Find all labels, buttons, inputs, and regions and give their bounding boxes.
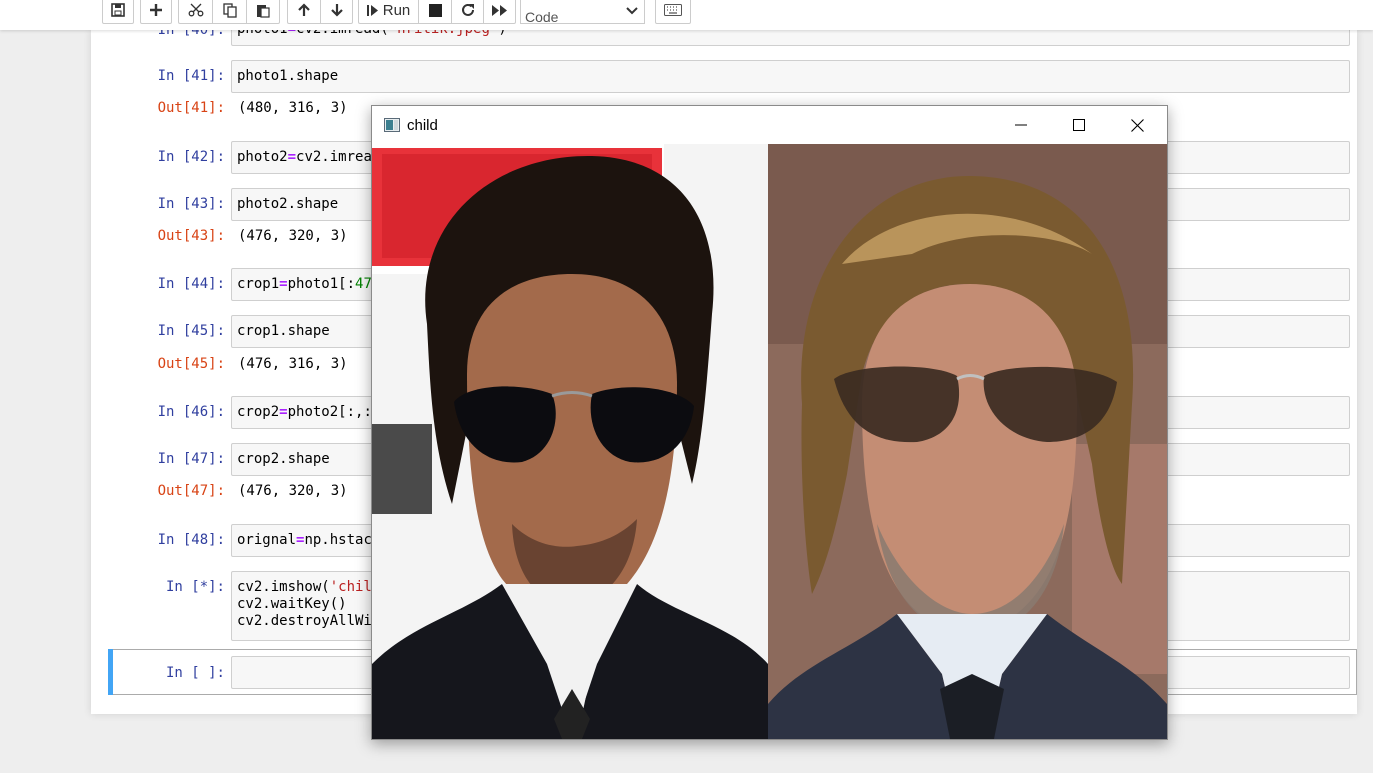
insert-cell-button[interactable] xyxy=(140,0,172,24)
cell-output: (480, 316, 3) xyxy=(238,100,348,116)
copy-button[interactable] xyxy=(212,0,246,24)
save-button[interactable] xyxy=(102,0,134,24)
stop-icon xyxy=(428,3,442,17)
out-prompt: Out[47]: xyxy=(157,483,225,499)
in-prompt: In [41]: xyxy=(157,68,225,84)
cell-type-value: Code xyxy=(525,9,559,25)
out-prompt: Out[45]: xyxy=(157,356,225,372)
refresh-icon xyxy=(461,3,474,16)
cell-output: (476, 320, 3) xyxy=(238,228,348,244)
keyboard-icon xyxy=(664,4,682,16)
step-forward-icon xyxy=(366,4,378,16)
maximize-icon xyxy=(1073,119,1085,131)
minimize-icon xyxy=(1015,124,1027,126)
minimize-button[interactable] xyxy=(992,106,1050,144)
move-down-button[interactable] xyxy=(320,0,353,24)
maximize-button[interactable] xyxy=(1050,106,1108,144)
out-prompt: Out[41]: xyxy=(157,100,225,116)
opencv-window[interactable]: child xyxy=(371,105,1168,740)
close-icon xyxy=(1130,118,1144,132)
in-prompt: In [42]: xyxy=(157,149,225,165)
run-button[interactable]: Run xyxy=(358,0,418,24)
in-prompt: In [44]: xyxy=(157,276,225,292)
run-label: Run xyxy=(382,1,411,19)
in-prompt: In [ ]: xyxy=(165,665,225,681)
restart-kernel-button[interactable] xyxy=(451,0,483,24)
move-up-button[interactable] xyxy=(287,0,320,24)
fast-forward-icon xyxy=(491,4,507,16)
cell-output: (476, 316, 3) xyxy=(238,356,348,372)
copy-icon xyxy=(222,2,237,18)
out-prompt: Out[43]: xyxy=(157,228,225,244)
close-button[interactable] xyxy=(1108,106,1166,144)
restart-run-all-button[interactable] xyxy=(483,0,516,24)
window-app-icon xyxy=(384,118,400,132)
cell-output: (476, 320, 3) xyxy=(238,483,348,499)
arrow-up-icon xyxy=(298,3,310,16)
in-prompt-running: In [*]: xyxy=(165,579,225,595)
window-titlebar[interactable]: child xyxy=(372,106,1167,144)
right-portrait-photo xyxy=(768,144,1167,739)
code-input[interactable]: photo1.shape xyxy=(231,60,1350,93)
in-prompt: In [47]: xyxy=(157,451,225,467)
chevron-down-icon xyxy=(626,7,638,15)
image-display xyxy=(372,144,1167,739)
in-prompt: In [45]: xyxy=(157,323,225,339)
left-portrait-photo xyxy=(372,144,768,739)
plus-icon xyxy=(150,4,162,16)
interrupt-button[interactable] xyxy=(418,0,451,24)
scissors-icon xyxy=(188,3,203,17)
command-palette-button[interactable] xyxy=(655,0,691,24)
in-prompt: In [43]: xyxy=(157,196,225,212)
notebook-toolbar: Run Code xyxy=(0,0,1373,30)
cut-button[interactable] xyxy=(178,0,212,24)
window-title: child xyxy=(407,117,438,134)
arrow-down-icon xyxy=(330,4,343,17)
save-icon xyxy=(111,3,125,17)
in-prompt: In [46]: xyxy=(157,404,225,420)
in-prompt: In [48]: xyxy=(157,532,225,548)
paste-icon xyxy=(257,4,270,18)
cell-type-select[interactable]: Code xyxy=(520,0,645,25)
paste-button[interactable] xyxy=(246,0,280,24)
